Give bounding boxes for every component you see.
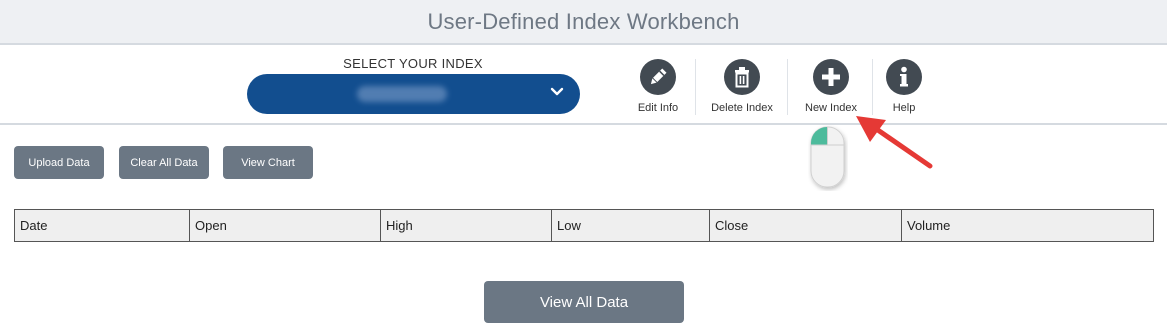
index-select-value [357,86,447,102]
divider [695,59,696,115]
title-bar: User-Defined Index Workbench [0,0,1167,45]
info-icon [886,59,922,95]
column-header-open[interactable]: Open [189,209,381,242]
divider [787,59,788,115]
column-header-close[interactable]: Close [709,209,902,242]
table-header-row: Date Open High Low Close Volume [14,209,1154,242]
delete-index-label: Delete Index [711,102,773,114]
trash-icon [724,59,760,95]
delete-index-button[interactable]: Delete Index [704,47,780,125]
view-chart-button[interactable]: View Chart [223,146,313,179]
clear-all-data-button[interactable]: Clear All Data [119,146,209,179]
view-all-data-button[interactable]: View All Data [484,281,684,323]
column-header-volume[interactable]: Volume [901,209,1154,242]
pencil-icon [640,59,676,95]
column-header-low[interactable]: Low [551,209,710,242]
index-select-dropdown[interactable] [247,74,580,114]
data-table: Date Open High Low Close Volume [14,209,1154,242]
pointer-arrow-icon [856,116,933,169]
index-select-label: SELECT YOUR INDEX [343,56,483,71]
page-title: User-Defined Index Workbench [427,8,740,34]
chevron-down-icon [550,87,564,96]
edit-info-label: Edit Info [637,102,679,114]
upload-data-button[interactable]: Upload Data [14,146,104,179]
column-header-high[interactable]: High [380,209,552,242]
edit-info-button[interactable]: Edit Info [628,47,688,125]
toolbar: SELECT YOUR INDEX Edit Info Delete Index… [0,47,1167,125]
mouse-click-icon [810,126,845,188]
column-header-date[interactable]: Date [14,209,190,242]
divider [872,59,873,115]
plus-icon [813,59,849,95]
